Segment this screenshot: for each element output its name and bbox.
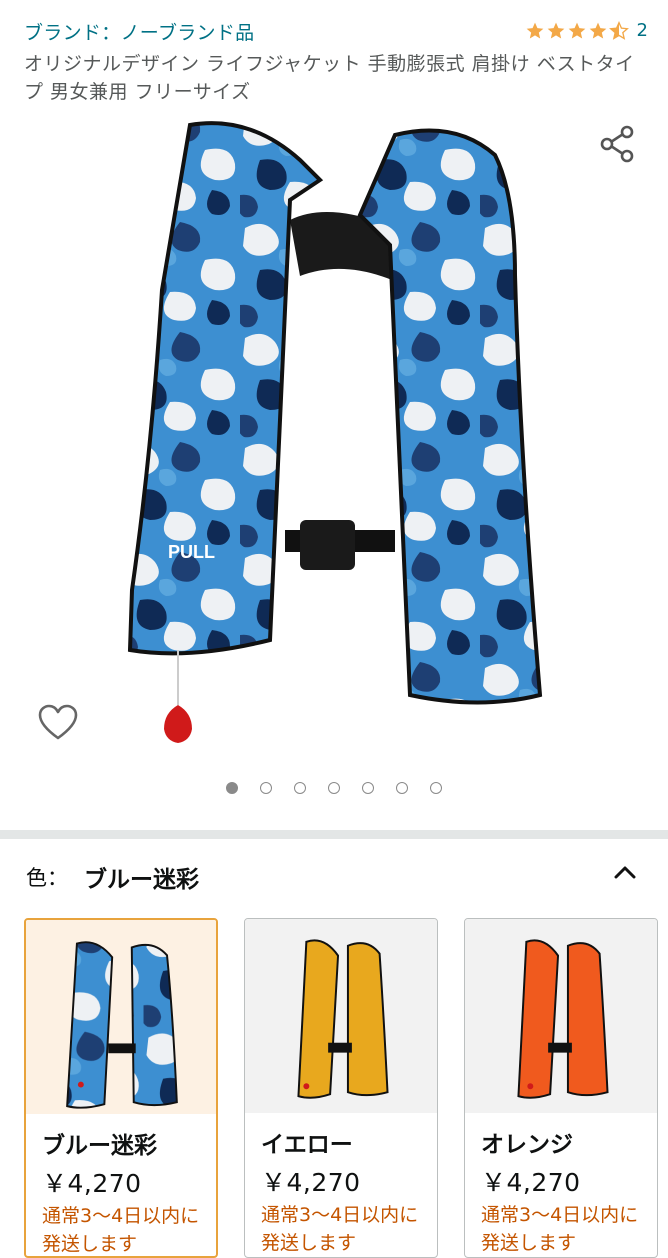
carousel-dots — [0, 782, 668, 794]
color-label: 色： — [26, 866, 68, 890]
chevron-up-icon[interactable] — [612, 862, 638, 884]
swatch-image — [465, 919, 657, 1113]
brand-link[interactable]: ブランド：ノーブランド品 — [24, 18, 254, 45]
swatch-name: イエロー — [261, 1132, 353, 1158]
swatch-price: ￥4,270 — [42, 1169, 142, 1198]
brand-row: ブランド：ノーブランド品 2 — [24, 18, 648, 48]
carousel-dot-6[interactable] — [396, 782, 408, 794]
swatch-image — [245, 919, 437, 1113]
half-star-icon — [608, 21, 629, 40]
carousel-dot-3[interactable] — [294, 782, 306, 794]
star-icon — [589, 22, 606, 39]
color-swatch-blue-camo[interactable]: ブルー迷彩 ￥4,270 通常3〜4日以内に発送します — [24, 918, 218, 1258]
swatch-name: ブルー迷彩 — [42, 1133, 157, 1159]
product-image[interactable]: PULL — [0, 110, 668, 810]
heart-icon[interactable] — [36, 703, 80, 743]
swatch-name: オレンジ — [481, 1132, 573, 1158]
carousel-dot-4[interactable] — [328, 782, 340, 794]
star-icon — [526, 22, 543, 39]
swatch-price: ￥4,270 — [261, 1168, 361, 1197]
carousel-dot-7[interactable] — [430, 782, 442, 794]
carousel-dot-5[interactable] — [362, 782, 374, 794]
star-rating — [525, 21, 630, 41]
swatch-shipping: 通常3〜4日以内に発送します — [42, 1205, 200, 1255]
rating[interactable]: 2 — [525, 21, 648, 41]
rating-count[interactable]: 2 — [637, 21, 648, 41]
color-swatch-yellow[interactable]: イエロー ￥4,270 通常3〜4日以内に発送します — [244, 918, 438, 1258]
svg-text:PULL: PULL — [168, 542, 215, 562]
star-icon — [568, 22, 585, 39]
share-icon[interactable] — [597, 123, 639, 165]
star-icon — [547, 22, 564, 39]
color-swatch-orange[interactable]: オレンジ ￥4,270 通常3〜4日以内に発送します — [464, 918, 658, 1258]
color-swatches: ブルー迷彩 ￥4,270 通常3〜4日以内に発送します イエロー ￥4,270 … — [24, 918, 668, 1258]
carousel-dot-2[interactable] — [260, 782, 272, 794]
product-title: オリジナルデザイン ライフジャケット 手動膨張式 肩掛け ベストタイプ 男女兼用… — [24, 53, 635, 103]
section-divider — [0, 830, 668, 839]
color-selector-header[interactable]: 色： ブルー迷彩 — [26, 860, 642, 896]
swatch-image — [26, 920, 216, 1114]
selected-color: ブルー迷彩 — [84, 867, 199, 893]
swatch-shipping: 通常3〜4日以内に発送します — [481, 1204, 639, 1254]
swatch-price: ￥4,270 — [481, 1168, 581, 1197]
carousel-dot-1[interactable] — [226, 782, 238, 794]
swatch-shipping: 通常3〜4日以内に発送します — [261, 1204, 419, 1254]
